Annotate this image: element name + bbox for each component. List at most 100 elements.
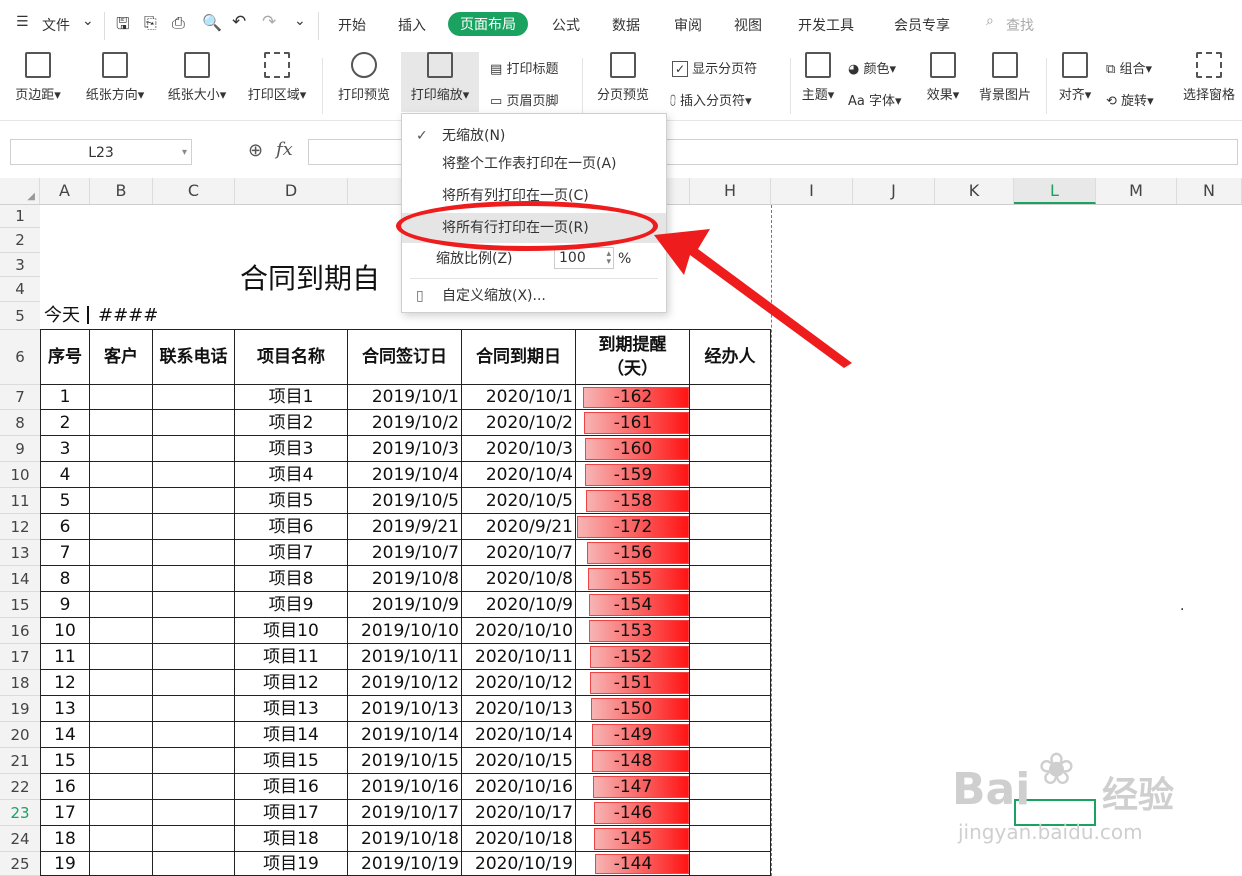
- colors-button[interactable]: ◕ 颜色▾: [848, 58, 896, 77]
- column-header-M[interactable]: M: [1096, 178, 1177, 204]
- cell-due-date[interactable]: 2020/10/10: [462, 618, 576, 644]
- cell-due-date[interactable]: 2020/10/1: [462, 385, 576, 410]
- row-header-19[interactable]: 19: [0, 696, 40, 722]
- cell-sign-date[interactable]: 2019/10/18: [348, 826, 462, 852]
- undo-icon[interactable]: ↶: [232, 12, 246, 32]
- effects-button[interactable]: 效果▾: [920, 52, 966, 103]
- row-header-21[interactable]: 21: [0, 748, 40, 774]
- cell-sign-date[interactable]: 2019/10/9: [348, 592, 462, 618]
- header-sign-date[interactable]: 合同签订日: [348, 330, 462, 385]
- cell-handler[interactable]: [690, 514, 771, 540]
- theme-button[interactable]: 主题▾: [796, 52, 840, 103]
- preview-icon[interactable]: 🔍: [202, 13, 222, 32]
- column-header-J[interactable]: J: [853, 178, 935, 204]
- row-header-24[interactable]: 24: [0, 826, 40, 852]
- page-break-preview-button[interactable]: 分页预览: [590, 52, 656, 103]
- file-menu[interactable]: 文件: [42, 15, 70, 35]
- row-header-7[interactable]: 7: [0, 385, 40, 410]
- cell-customer[interactable]: [90, 748, 153, 774]
- header-phone[interactable]: 联系电话: [153, 330, 235, 385]
- row-header-10[interactable]: 10: [0, 462, 40, 488]
- cell-project[interactable]: 项目9: [235, 592, 348, 618]
- cell-phone[interactable]: [153, 385, 235, 410]
- header-no[interactable]: 序号: [41, 330, 90, 385]
- cell-due-date[interactable]: 2020/10/14: [462, 722, 576, 748]
- cell-project[interactable]: 项目11: [235, 644, 348, 670]
- cell-handler[interactable]: [690, 540, 771, 566]
- row-header-23[interactable]: 23: [0, 800, 40, 826]
- cell-customer[interactable]: [90, 462, 153, 488]
- tab-page-layout[interactable]: 页面布局: [448, 12, 528, 36]
- cell-no[interactable]: 9: [41, 592, 90, 618]
- cell-sign-date[interactable]: 2019/10/8: [348, 566, 462, 592]
- cell-handler[interactable]: [690, 462, 771, 488]
- cell-customer[interactable]: [90, 514, 153, 540]
- cell-phone[interactable]: [153, 722, 235, 748]
- cell-no[interactable]: 3: [41, 436, 90, 462]
- print-scale-button[interactable]: 打印缩放▾: [401, 52, 479, 112]
- cell-customer[interactable]: [90, 618, 153, 644]
- row-header-4[interactable]: 4: [0, 277, 40, 302]
- column-header-A[interactable]: A: [40, 178, 90, 204]
- row-header-18[interactable]: 18: [0, 670, 40, 696]
- cell-customer[interactable]: [90, 774, 153, 800]
- cell-due-date[interactable]: 2020/10/16: [462, 774, 576, 800]
- cell-phone[interactable]: [153, 540, 235, 566]
- row-header-15[interactable]: 15: [0, 592, 40, 618]
- header-project[interactable]: 项目名称: [235, 330, 348, 385]
- cell-due-date[interactable]: 2020/10/17: [462, 800, 576, 826]
- cell-customer[interactable]: [90, 410, 153, 436]
- cell-customer[interactable]: [90, 385, 153, 410]
- rotate-button[interactable]: ⟲ 旋转▾: [1106, 90, 1154, 109]
- group-button[interactable]: ⧉ 组合▾: [1106, 58, 1152, 77]
- cell-sign-date[interactable]: 2019/10/1: [348, 385, 462, 410]
- search-icon[interactable]: ⌕: [986, 13, 994, 29]
- cell-no[interactable]: 12: [41, 670, 90, 696]
- cell-customer[interactable]: [90, 488, 153, 514]
- cell-phone[interactable]: [153, 696, 235, 722]
- chevron-down-icon[interactable]: ⌄: [82, 13, 94, 29]
- cell-sign-date[interactable]: 2019/10/17: [348, 800, 462, 826]
- column-header-C[interactable]: C: [153, 178, 235, 204]
- cell-sign-date[interactable]: 2019/10/4: [348, 462, 462, 488]
- column-header-I[interactable]: I: [771, 178, 853, 204]
- row-header-1[interactable]: 1: [0, 205, 40, 228]
- row-header-12[interactable]: 12: [0, 514, 40, 540]
- column-header-N[interactable]: N: [1177, 178, 1242, 204]
- cell-customer[interactable]: [90, 800, 153, 826]
- cell-handler[interactable]: [690, 722, 771, 748]
- cell-sign-date[interactable]: 2019/10/14: [348, 722, 462, 748]
- align-button[interactable]: 对齐▾: [1052, 52, 1098, 103]
- cell-handler[interactable]: [690, 410, 771, 436]
- tab-home[interactable]: 开始: [338, 15, 366, 35]
- cell-handler[interactable]: [690, 566, 771, 592]
- cell-project[interactable]: 项目10: [235, 618, 348, 644]
- cell-sign-date[interactable]: 2019/10/15: [348, 748, 462, 774]
- cell-phone[interactable]: [153, 852, 235, 876]
- cell-no[interactable]: 11: [41, 644, 90, 670]
- cell-sign-date[interactable]: 2019/10/7: [348, 540, 462, 566]
- cell-sign-date[interactable]: 2019/10/11: [348, 644, 462, 670]
- cell-sign-date[interactable]: 2019/10/19: [348, 852, 462, 876]
- cell-due-date[interactable]: 2020/10/9: [462, 592, 576, 618]
- cell-project[interactable]: 项目6: [235, 514, 348, 540]
- insert-page-break-button[interactable]: ⩇ 插入分页符▾: [670, 90, 752, 109]
- cell-customer[interactable]: [90, 696, 153, 722]
- cell-phone[interactable]: [153, 644, 235, 670]
- margins-button[interactable]: 页边距▾: [6, 52, 70, 103]
- cell-phone[interactable]: [153, 410, 235, 436]
- print-preview-button[interactable]: 打印预览: [332, 52, 396, 103]
- cell-phone[interactable]: [153, 800, 235, 826]
- row-header-8[interactable]: 8: [0, 410, 40, 436]
- search-input[interactable]: 查找: [1006, 15, 1034, 35]
- cell-handler[interactable]: [690, 774, 771, 800]
- cell-sign-date[interactable]: 2019/10/10: [348, 618, 462, 644]
- customize-icon[interactable]: ⌄: [294, 13, 306, 29]
- cell-due-date[interactable]: 2020/10/4: [462, 462, 576, 488]
- cell-due-date[interactable]: 2020/10/12: [462, 670, 576, 696]
- cell-sign-date[interactable]: 2019/10/12: [348, 670, 462, 696]
- cell-due-date[interactable]: 2020/10/13: [462, 696, 576, 722]
- print-titles-button[interactable]: ▤ 打印标题: [490, 58, 558, 77]
- cell-handler[interactable]: [690, 826, 771, 852]
- cell-due-date[interactable]: 2020/10/5: [462, 488, 576, 514]
